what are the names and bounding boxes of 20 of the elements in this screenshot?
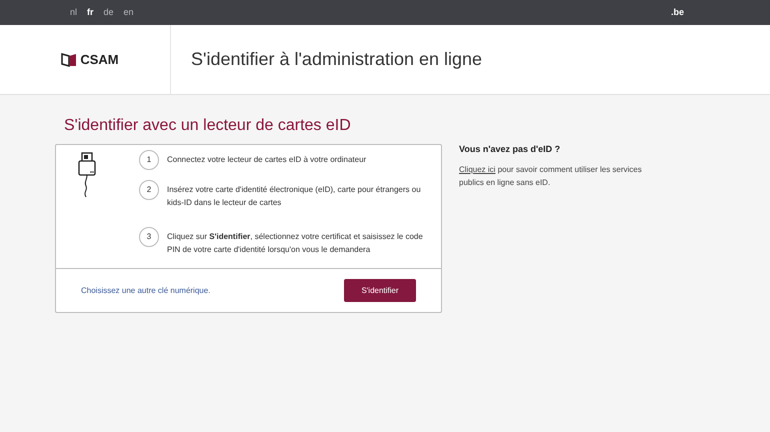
login-button[interactable]: S'identifier (344, 279, 416, 302)
step-text: Cliquez sur S'identifier, sélectionnez votre certificat et saisissez le code PIN de votre carte d'identité lorsqu'on vous le demandera (167, 231, 424, 256)
logo-icon (61, 52, 78, 68)
domain-logo: .be (670, 6, 684, 19)
other-key-link[interactable]: Choisissez une autre clé numérique. (81, 284, 210, 296)
step-text: Connectez votre lecteur de cartes eID à votre ordinateur (167, 154, 366, 166)
help-link[interactable]: Cliquez ici (459, 164, 496, 174)
language-link[interactable]: fr (85, 6, 96, 20)
section-heading: S'identifier avec un lecteur de cartes eID (63, 116, 352, 136)
language-link[interactable]: nl (68, 6, 80, 20)
page-title: S'identifier à l'administration en ligne (191, 48, 482, 71)
language-link[interactable]: de (102, 6, 116, 20)
step-number: 1 (139, 150, 159, 170)
step-number: 3 (139, 227, 159, 247)
language-link[interactable]: en (122, 6, 136, 20)
aside-title: Vous n'avez pas d'eID ? (459, 143, 562, 156)
help-text: Cliquez ici pour savoir comment utiliser les services publics en ligne sans eID. (459, 164, 643, 188)
logo-text: CSAM (80, 50, 119, 69)
step-number: 2 (139, 180, 159, 200)
step-text: Insérez votre carte d'identité électronique (eID), carte pour étrangers ou kids-ID dans le lecteur de cartes (167, 184, 422, 209)
